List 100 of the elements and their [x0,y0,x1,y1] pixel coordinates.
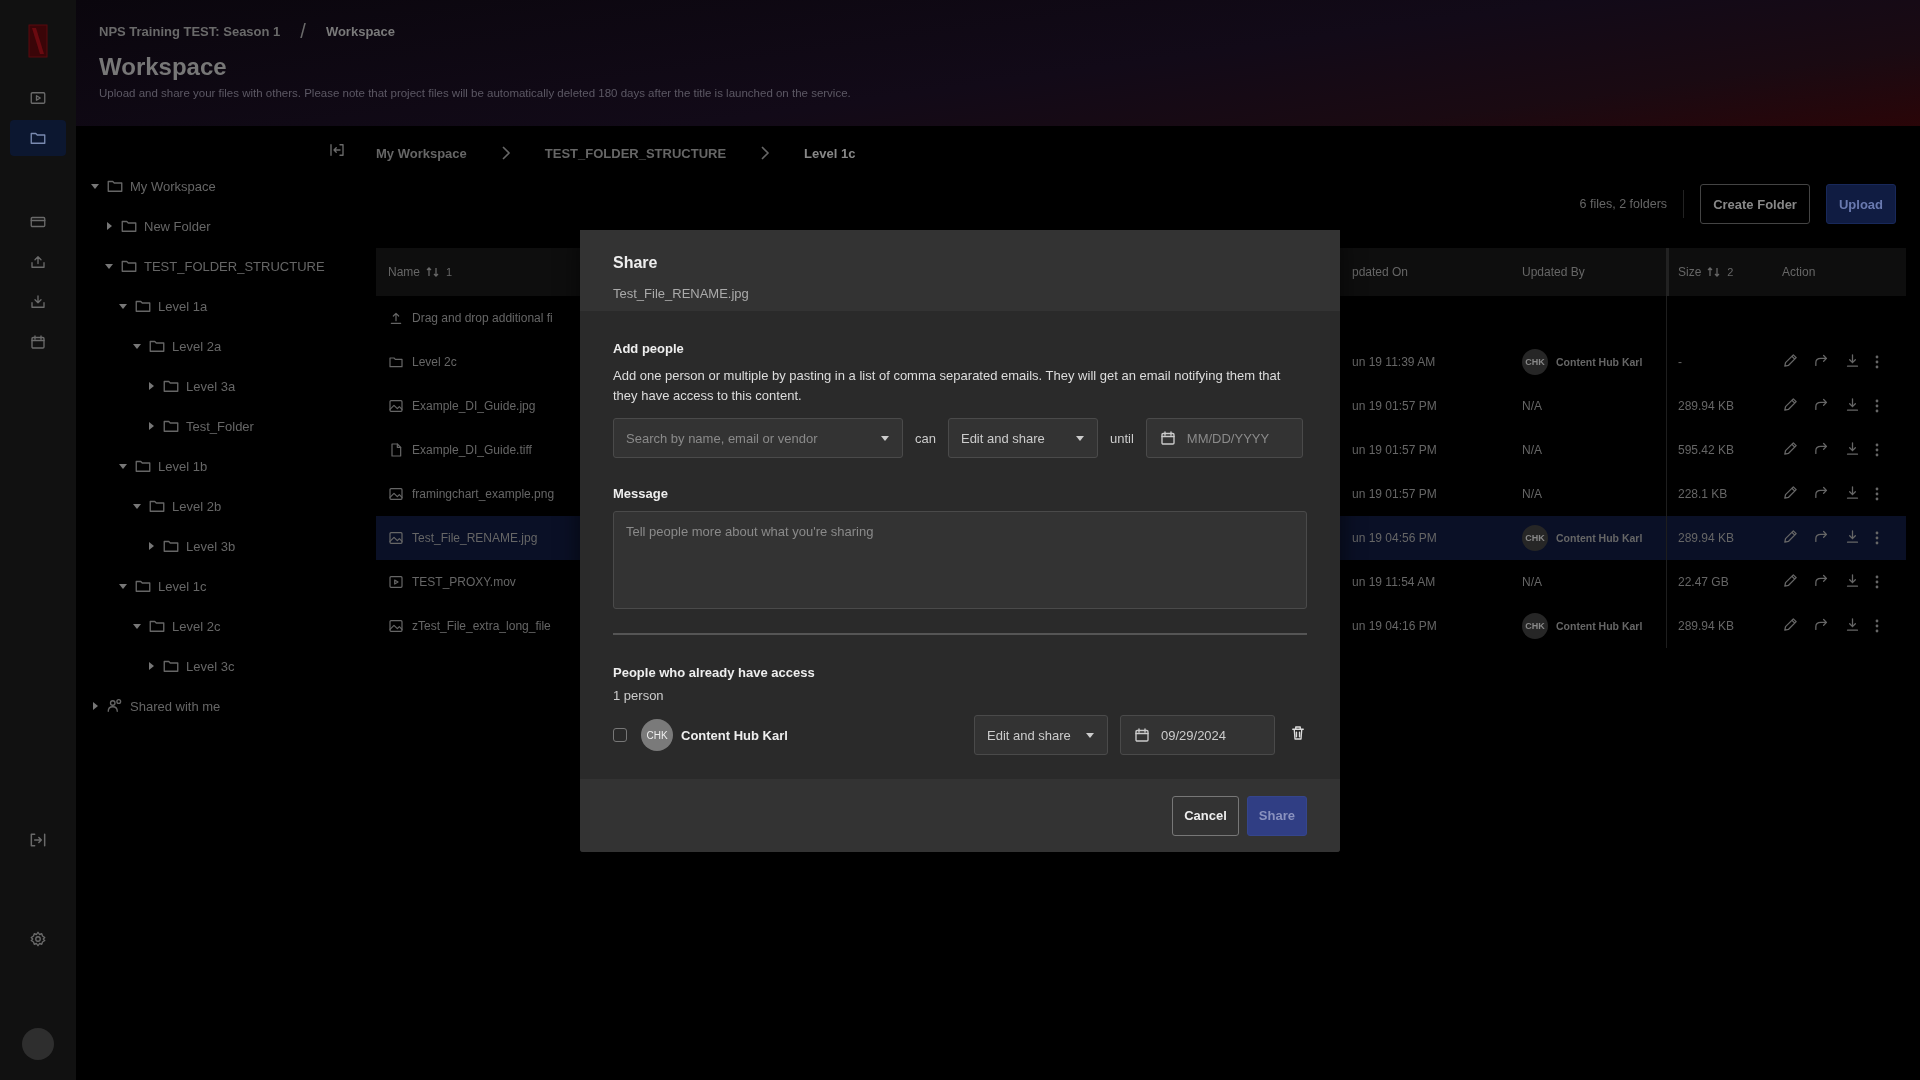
caret-right-icon[interactable] [104,221,114,231]
chevron-icon [760,145,771,161]
page-description: Upload and share your files with others. Please note that project files will be automatically deleted 180 days after the title is launched on the service. [99,87,852,99]
column-header[interactable]: Size 2 [1666,248,1770,296]
people-search-field[interactable]: Search by name, email or vendor [613,418,903,458]
caret-right-icon[interactable] [90,701,100,711]
create-folder-button[interactable]: Create Folder [1700,184,1810,224]
date-field[interactable]: MM/DD/YYYY [1145,418,1303,458]
table-cell: un 19 11:54 AM [1352,575,1436,589]
tree-item[interactable]: New Folder [144,218,211,234]
people-count: 1 person [613,688,665,703]
file-name[interactable]: Example_DI_Guide.jpg [412,399,536,413]
tree-item[interactable]: Level 2c [172,618,221,634]
people-icon [106,697,124,715]
field-label: until [1109,430,1134,446]
table-cell: 228.1 KB [1678,487,1728,501]
tree-item[interactable]: Level 1a [158,298,208,314]
download-icon [1844,572,1861,589]
tray-download-icon [29,293,47,311]
column-header[interactable]: Name 1 [376,248,580,296]
forward-arrow-icon [1813,484,1830,501]
caret-down-icon[interactable] [118,461,128,471]
more-icon[interactable] [1875,399,1879,413]
tree-item[interactable]: Shared with me [130,698,221,714]
download-icon [1844,396,1861,413]
person-name: Content Hub Karl [681,727,789,743]
caret-right-icon[interactable] [146,541,156,551]
file-name[interactable]: Example_DI_Guide.tiff [412,443,532,457]
breadcrumb-item[interactable]: NPS Training TEST: Season 1 [99,24,281,39]
table-cell: N/A [1522,487,1542,501]
breadcrumb-separator: / [300,20,306,43]
file-name[interactable]: Level 2c [412,355,457,369]
tree-item[interactable]: My Workspace [130,178,216,194]
image-icon [388,486,404,502]
pencil-icon [1782,440,1799,457]
caret-down-icon[interactable] [118,301,128,311]
download-icon [1844,528,1861,545]
caret-right-icon[interactable] [146,381,156,391]
settings-icon [29,930,47,948]
page-title: Workspace [99,53,228,81]
tree-item[interactable]: Level 3b [186,538,236,554]
caret-down-icon[interactable] [118,581,128,591]
file-name[interactable]: TEST_PROXY.mov [412,575,516,589]
permission-dropdown[interactable]: Edit and share [947,418,1098,458]
download-icon [1844,440,1861,457]
caret-down-icon[interactable] [104,261,114,271]
caret-down-icon[interactable] [132,341,142,351]
path-item[interactable]: TEST_FOLDER_STRUCTURE [544,145,727,161]
forward-arrow-icon [1813,572,1830,589]
caret-down-icon[interactable] [132,501,142,511]
more-icon[interactable] [1875,443,1879,457]
table-cell: - [1678,355,1682,369]
download-icon [1844,352,1861,369]
path-item[interactable]: My Workspace [376,145,467,161]
tree-item[interactable]: TEST_FOLDER_STRUCTURE [144,258,325,274]
cancel-button[interactable]: Cancel [1172,795,1239,836]
tree-item[interactable]: Level 3a [186,378,236,394]
tree-item[interactable]: Test_Folder [186,418,254,434]
pencil-icon [1782,528,1799,545]
dialog-subtitle: Test_File_RENAME.jpg [613,286,750,301]
sort-order: 1 [446,266,453,278]
more-icon[interactable] [1875,531,1879,545]
sort-icon [426,266,440,278]
upload-button[interactable]: Upload [1825,184,1896,224]
upload-icon [388,310,404,326]
more-icon[interactable] [1875,487,1879,501]
caret-down-icon[interactable] [90,181,100,191]
tree-item[interactable]: Level 1c [158,578,207,594]
nav-button[interactable] [10,120,66,156]
date-field[interactable]: 09/29/2024 [1120,715,1275,755]
image-icon [388,398,404,414]
permission-dropdown[interactable]: Edit and share [974,715,1108,755]
checkbox[interactable] [613,728,627,742]
tree-item[interactable]: Level 2a [172,338,222,354]
table-cell: N/A [1522,575,1542,589]
dropdown-caret-icon [1074,433,1085,443]
table-cell: N/A [1522,399,1542,413]
file-name[interactable]: Test_File_RENAME.jpg [412,531,538,545]
more-icon[interactable] [1875,355,1879,369]
file-name[interactable]: framingchart_example.png [412,487,555,501]
more-icon[interactable] [1875,619,1879,633]
message-field[interactable]: Tell people more about what you're sharing [613,511,1307,609]
pencil-icon [1782,572,1799,589]
tree-item[interactable]: Level 1b [158,458,208,474]
table-cell: 22.47 GB [1678,575,1729,589]
caret-down-icon[interactable] [132,621,142,631]
caret-right-icon[interactable] [146,661,156,671]
column-header: Action [1770,248,1906,296]
dropdown-caret-icon [1085,730,1095,740]
tree-item[interactable]: Level 3c [186,658,235,674]
pencil-icon [1782,352,1799,369]
item-count: 6 files, 2 folders [1579,190,1685,218]
file-name[interactable]: zTest_File_extra_long_file [412,619,551,633]
more-icon[interactable] [1875,575,1879,589]
user-avatar: CHK [1522,613,1548,639]
path-item[interactable]: Level 1c [804,145,856,161]
pencil-icon [1782,396,1799,413]
caret-right-icon[interactable] [146,421,156,431]
tree-item[interactable]: Level 2b [172,498,222,514]
play-icon [29,89,47,107]
